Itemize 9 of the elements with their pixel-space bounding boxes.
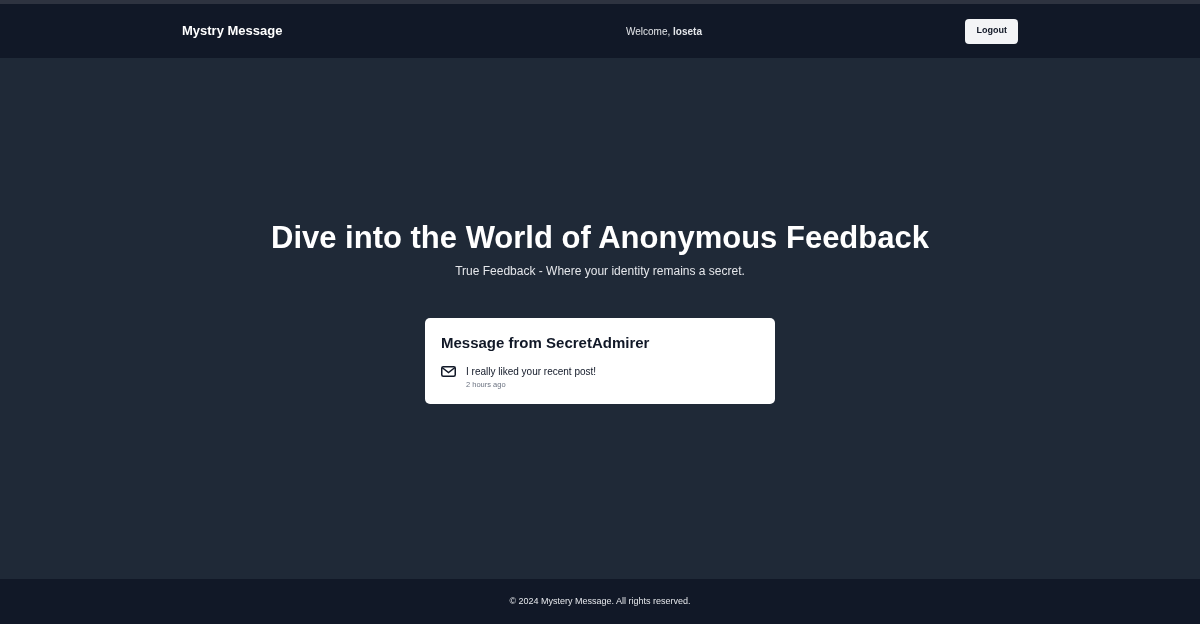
brand-title: Mystry Message (182, 22, 283, 41)
logout-button[interactable]: Logout (965, 18, 1018, 44)
welcome-text: Welcome, loseta (626, 24, 702, 39)
message-title: Message from SecretAdmirer (441, 333, 651, 353)
mail-icon (441, 365, 456, 377)
hero-title: Dive into the World of Anonymous Feedback (271, 219, 929, 257)
copyright-text: © 2024 Mystery Message. All rights reserved. (509, 594, 691, 608)
hero-subtitle: True Feedback - Where your identity remains a secret. (455, 263, 745, 280)
message-text: I really liked your recent post! (466, 364, 597, 379)
